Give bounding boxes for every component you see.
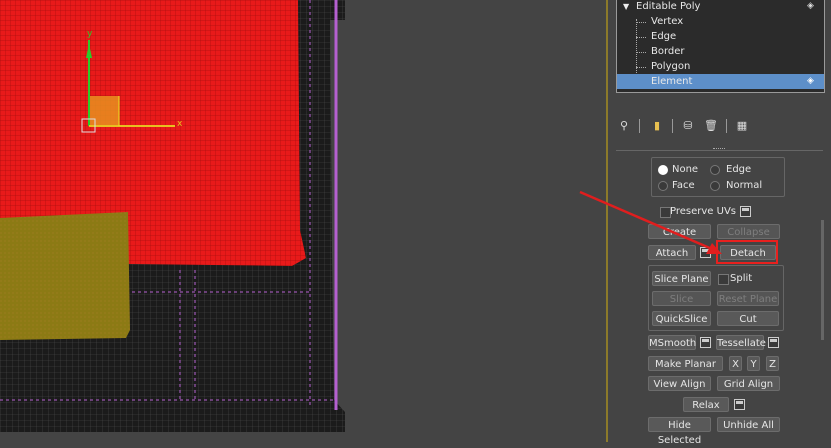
annotation-overlay bbox=[579, 190, 722, 254]
annotation-arrow bbox=[579, 190, 713, 251]
